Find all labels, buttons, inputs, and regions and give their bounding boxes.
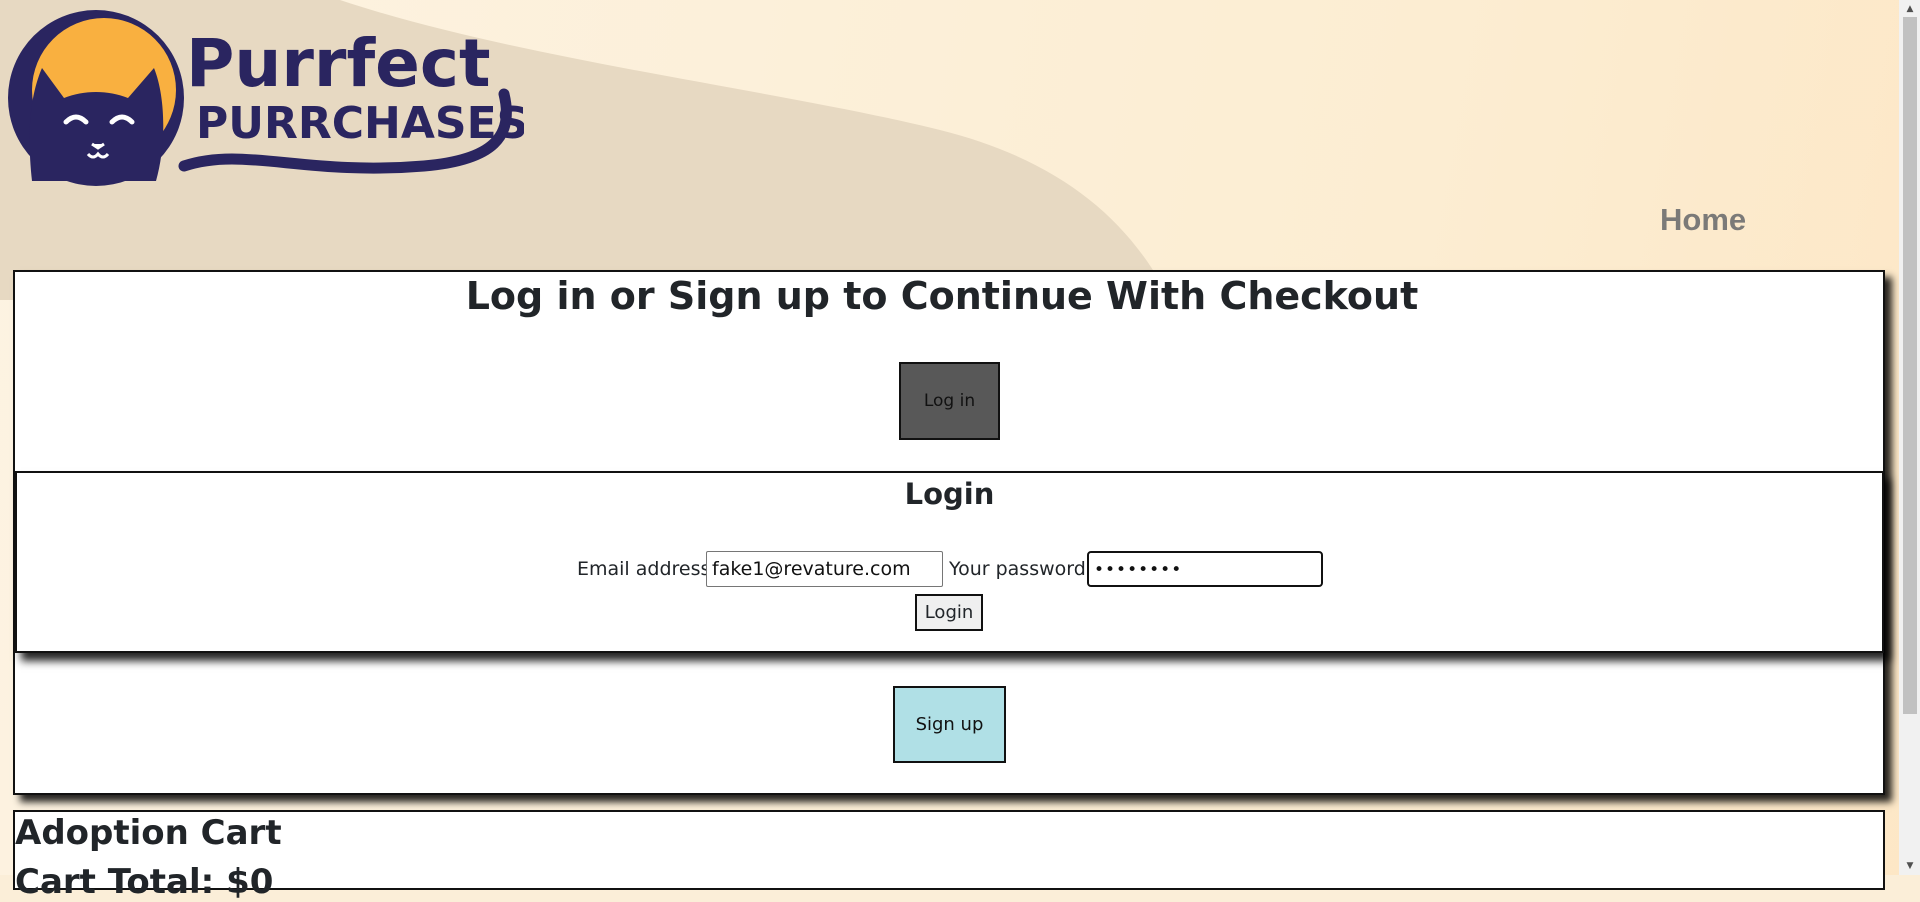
password-label: Your password:: [949, 558, 1093, 580]
scroll-down-arrow-icon[interactable]: ▼: [1903, 859, 1917, 873]
signup-button[interactable]: Sign up: [893, 686, 1006, 763]
cart-total: Cart Total: $0: [15, 862, 274, 902]
svg-text:Purrfect: Purrfect: [186, 25, 491, 102]
scrollbar-thumb[interactable]: [1903, 17, 1917, 714]
nav-home-link[interactable]: Home: [1660, 202, 1746, 238]
scroll-up-arrow-icon[interactable]: ▲: [1903, 2, 1917, 16]
login-submit-button[interactable]: Login: [914, 593, 984, 632]
login-heading: Login: [904, 477, 995, 511]
cart-title: Adoption Cart: [15, 813, 282, 853]
purrfect-purrchases-logo[interactable]: Purrfect PURRCHASES: [4, 6, 524, 186]
email-input[interactable]: fake1@revature.com: [706, 551, 943, 587]
adoption-cart-panel: [13, 810, 1885, 890]
password-input[interactable]: ••••••••: [1087, 551, 1323, 587]
show-login-button[interactable]: Log in: [899, 362, 1000, 440]
svg-text:PURRCHASES: PURRCHASES: [196, 98, 524, 149]
checkout-title: Log in or Sign up to Continue With Check…: [465, 274, 1419, 318]
email-label: Email address:: [577, 558, 717, 580]
